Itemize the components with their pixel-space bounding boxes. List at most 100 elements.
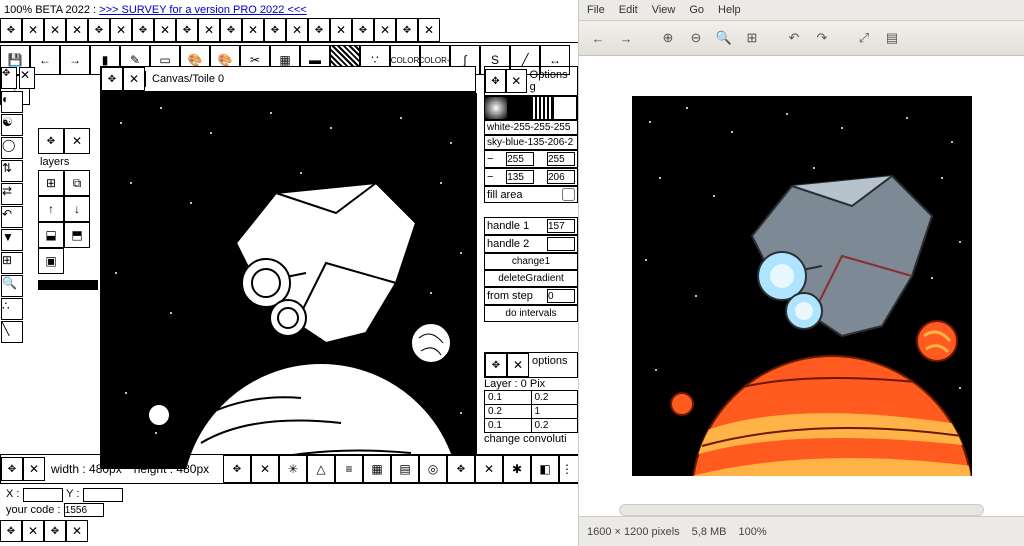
undo-icon[interactable]: ↶ [1,206,23,228]
move-handle-icon[interactable]: ✥ [396,18,418,42]
cell[interactable]: 0.2 [531,391,578,405]
pattern-lines-icon[interactable]: ≡ [335,455,363,483]
viewer-canvas[interactable] [579,56,1024,516]
move-handle-icon[interactable]: ✥ [352,18,374,42]
zoom-out-icon[interactable]: ⊖ [685,27,707,49]
fullscreen-icon[interactable]: ⤢ [853,27,875,49]
swap-v-icon[interactable]: ⇅ [1,160,23,182]
val-2b[interactable] [547,170,575,184]
y-input[interactable] [83,488,123,502]
layer-down-icon[interactable]: ↓ [64,196,90,222]
survey-link[interactable]: >>> SURVEY for a version PRO 2022 <<< [99,4,307,16]
yin-yang-icon[interactable]: ☯ [1,114,23,136]
pattern-star-icon[interactable]: ✱ [503,455,531,483]
x-input[interactable] [23,488,63,502]
color2-row[interactable]: sky-blue-135-206-2 [484,135,578,150]
menu-file[interactable]: File [587,4,605,16]
move-handle-icon[interactable]: ✥ [1,457,23,481]
close-icon[interactable]: ✕ [475,455,503,483]
rotate-left-icon[interactable]: ↶ [783,27,805,49]
handle2-input[interactable] [547,237,575,251]
move-handle-icon[interactable]: ✥ [176,18,198,42]
fill-area-checkbox[interactable] [562,188,575,201]
val-1a[interactable] [506,152,534,166]
cell[interactable]: 1 [531,405,578,419]
circle-icon[interactable]: ◯ [1,137,23,159]
zoom-fit-icon[interactable]: 🔍 [713,27,735,49]
menu-edit[interactable]: Edit [619,4,638,16]
close-icon[interactable]: ✕ [66,18,88,42]
pattern-burst-icon[interactable]: ✳ [279,455,307,483]
move-handle-icon[interactable]: ✥ [0,18,22,42]
close-icon[interactable]: ✕ [66,520,88,542]
cell[interactable]: 0.2 [531,419,578,433]
layer-thumbnail[interactable] [38,280,98,290]
close-icon[interactable]: ✕ [242,18,264,42]
code-input[interactable] [64,503,104,517]
close-icon[interactable]: ✕ [154,18,176,42]
move-handle-icon[interactable]: ✥ [223,455,251,483]
cell[interactable]: 0.1 [485,419,532,433]
menu-go[interactable]: Go [689,4,704,16]
move-handle-icon[interactable]: ✥ [88,18,110,42]
close-icon[interactable]: ✕ [506,69,527,93]
layer-del-icon[interactable]: ⬒ [64,222,90,248]
close-icon[interactable]: ✕ [44,18,66,42]
move-handle-icon[interactable]: ✥ [220,18,242,42]
cell[interactable]: 0.2 [485,405,532,419]
spray-icon[interactable]: ∴ [1,298,23,320]
move-handle-icon[interactable]: ✥ [264,18,286,42]
swap-h-icon[interactable]: ⇄ [1,183,23,205]
close-icon[interactable]: ✕ [286,18,308,42]
layer-up-icon[interactable]: ↑ [38,196,64,222]
move-handle-icon[interactable]: ✥ [101,67,123,91]
menu-help[interactable]: Help [718,4,741,16]
move-handle-icon[interactable]: ✥ [44,520,66,542]
grid-icon[interactable]: ⊞ [1,252,23,274]
move-handle-icon[interactable]: ✥ [38,128,64,154]
pattern-grid2-icon[interactable]: ▤ [391,455,419,483]
close-icon[interactable]: ✕ [64,128,90,154]
close-icon[interactable]: ✕ [123,67,145,91]
pattern-tri-icon[interactable]: △ [307,455,335,483]
val-2a[interactable] [506,170,534,184]
arrow-right-icon[interactable]: → [60,45,90,75]
menu-view[interactable]: View [652,4,676,16]
close-icon[interactable]: ✕ [330,18,352,42]
close-icon[interactable]: ✕ [418,18,440,42]
move-handle-icon[interactable]: ✥ [485,69,506,93]
move-handle-icon[interactable]: ✥ [308,18,330,42]
bucket-icon[interactable]: ▼ [1,229,23,251]
close-icon[interactable]: ✕ [19,67,35,89]
viewer-scrollbar[interactable] [619,504,984,516]
move-handle-icon[interactable]: ✥ [1,67,17,89]
canvas-area[interactable] [100,92,476,468]
close-icon[interactable]: ✕ [22,520,44,542]
close-icon[interactable]: ✕ [198,18,220,42]
gradient-strip[interactable] [484,96,578,120]
move-handle-icon[interactable]: ✥ [0,520,22,542]
layer-merge-icon[interactable]: ⬓ [38,222,64,248]
moon-icon[interactable]: ◐ [1,91,23,113]
cell[interactable]: 0.1 [485,391,532,405]
zoom-in-icon[interactable]: ⊕ [657,27,679,49]
close-icon[interactable]: ✕ [251,455,279,483]
prev-icon[interactable]: ← [587,27,609,49]
handle1-input[interactable] [547,219,575,233]
move-handle-icon[interactable]: ✥ [132,18,154,42]
grid-view-icon[interactable]: ⊞ [741,27,763,49]
close-icon[interactable]: ✕ [22,18,44,42]
knife-icon[interactable]: ╲ [1,321,23,343]
layer-dup-icon[interactable]: ⧉ [64,170,90,196]
color1-row[interactable]: white-255-255-255 [484,120,578,135]
pattern-circle-icon[interactable]: ◎ [419,455,447,483]
layer-add-icon[interactable]: ⊞ [38,170,64,196]
layer-preview-icon[interactable]: ▣ [38,248,64,274]
close-icon[interactable]: ✕ [374,18,396,42]
change-convolution-button[interactable]: change convoluti [484,433,578,445]
move-handle-icon[interactable]: ✥ [447,455,475,483]
delete-gradient-button[interactable]: deleteGradient [484,270,578,287]
move-handle-icon[interactable]: ✥ [485,353,507,377]
next-icon[interactable]: → [615,27,637,49]
change1-button[interactable]: change1 [484,253,578,270]
